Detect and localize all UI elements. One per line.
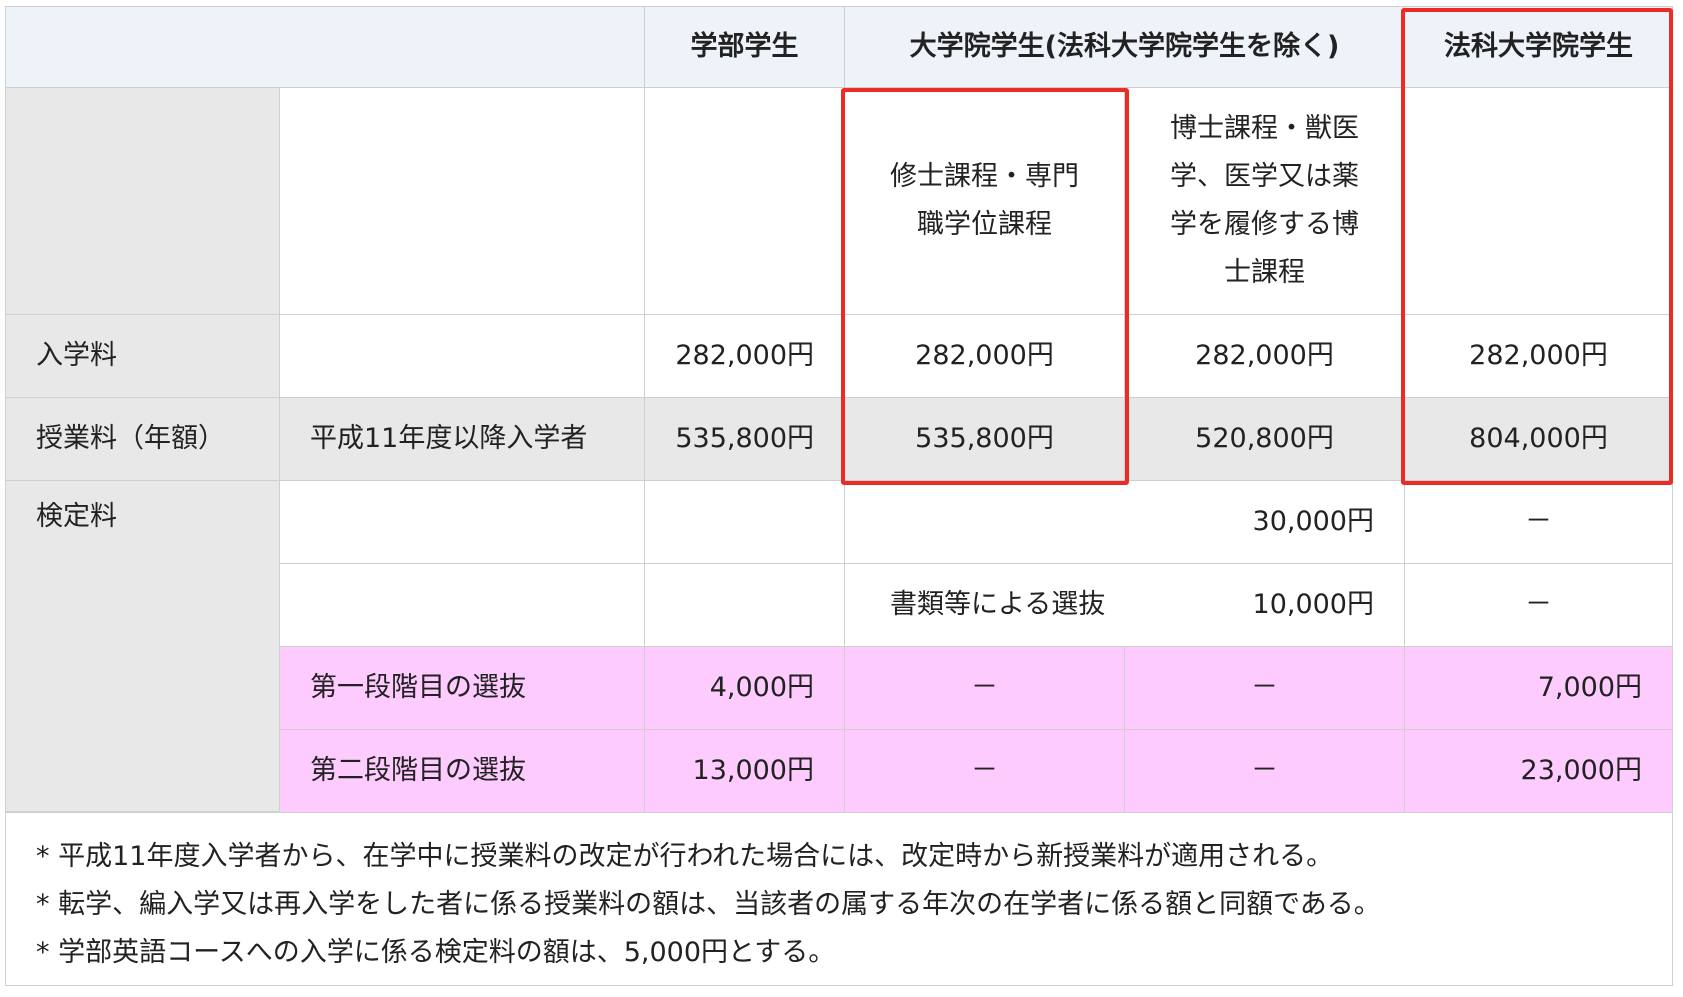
tuition-undergraduate: 535,800円 [644,397,845,481]
subheader-doctoral-line: 士課程 [1224,257,1305,288]
footnote: * 転学、編入学又は再入学をした者に係る授業料の額は、当該者の属する年次の在学者… [36,889,1381,920]
footnotes: * 平成11年度入学者から、在学中に授業料の改定が行われた場合には、改定時から新… [5,812,1673,986]
exam-stage1-doctoral: － [1124,646,1405,730]
subheader-masters-line: 職学位課程 [917,209,1052,240]
admission-undergraduate: 282,000円 [644,314,845,398]
subheader-undergraduate-blank [644,87,845,315]
row-label-admission: 入学料 [5,314,280,398]
exam-stage2-law: 23,000円 [1404,729,1673,813]
exam-row2-sublabel-blank [279,563,645,647]
row-label-exam: 検定料 [5,480,280,812]
exam-stage1-label: 第一段階目の選抜 [279,646,645,730]
exam-stage1-undergraduate: 4,000円 [644,646,845,730]
fee-table: 学部学生 大学院学生(法科大学院学生を除く) 法科大学院学生 修士課程・専門 職… [5,6,1673,986]
tuition-masters: 535,800円 [844,397,1125,481]
admission-masters: 282,000円 [844,314,1125,398]
exam-row2-graduate: 書類等による選抜 10,000円 [844,563,1405,647]
header-law-school: 法科大学院学生 [1404,6,1673,88]
footnote: * 平成11年度入学者から、在学中に授業料の改定が行われた場合には、改定時から新… [36,841,1334,872]
exam-row2-graduate-value: 10,000円 [1252,589,1374,620]
admission-sublabel-blank [279,314,645,398]
header-graduate: 大学院学生(法科大学院学生を除く) [844,6,1405,88]
subheader-doctoral: 博士課程・獣医 学、医学又は薬 学を履修する博 士課程 [1124,87,1405,315]
subheader-masters: 修士課程・専門 職学位課程 [844,87,1125,315]
tuition-sublabel: 平成11年度以降入学者 [279,397,645,481]
subheader-doctoral-line: 学を履修する博 [1170,209,1359,240]
subheader-law-blank [1404,87,1673,315]
exam-row1-sublabel-blank [279,480,645,564]
exam-row2-law: － [1404,563,1673,647]
subheader-masters-line: 修士課程・専門 [890,161,1079,192]
exam-row1-graduate: 30,000円 [844,480,1405,564]
exam-stage2-undergraduate: 13,000円 [644,729,845,813]
exam-row2-undergraduate-blank [644,563,845,647]
exam-row1-undergraduate-blank [644,480,845,564]
row-label-tuition: 授業料（年額） [5,397,280,481]
tuition-law: 804,000円 [1404,397,1673,481]
header-blank [5,6,645,88]
subheader-doctoral-line: 学、医学又は薬 [1170,161,1359,192]
tuition-doctoral: 520,800円 [1124,397,1405,481]
admission-law: 282,000円 [1404,314,1673,398]
subheader-sub-blank [279,87,645,315]
subheader-doctoral-line: 博士課程・獣医 [1170,113,1359,144]
exam-stage2-masters: － [844,729,1125,813]
exam-row1-law: － [1404,480,1673,564]
exam-row2-graduate-label: 書類等による選抜 [890,589,1106,620]
subheader-label-blank [5,87,280,315]
exam-stage2-doctoral: － [1124,729,1405,813]
exam-stage1-masters: － [844,646,1125,730]
admission-doctoral: 282,000円 [1124,314,1405,398]
exam-stage1-law: 7,000円 [1404,646,1673,730]
header-undergraduate: 学部学生 [644,6,845,88]
footnote: * 学部英語コースへの入学に係る検定料の額は、5,000円とする。 [36,937,836,968]
exam-stage2-label: 第二段階目の選抜 [279,729,645,813]
